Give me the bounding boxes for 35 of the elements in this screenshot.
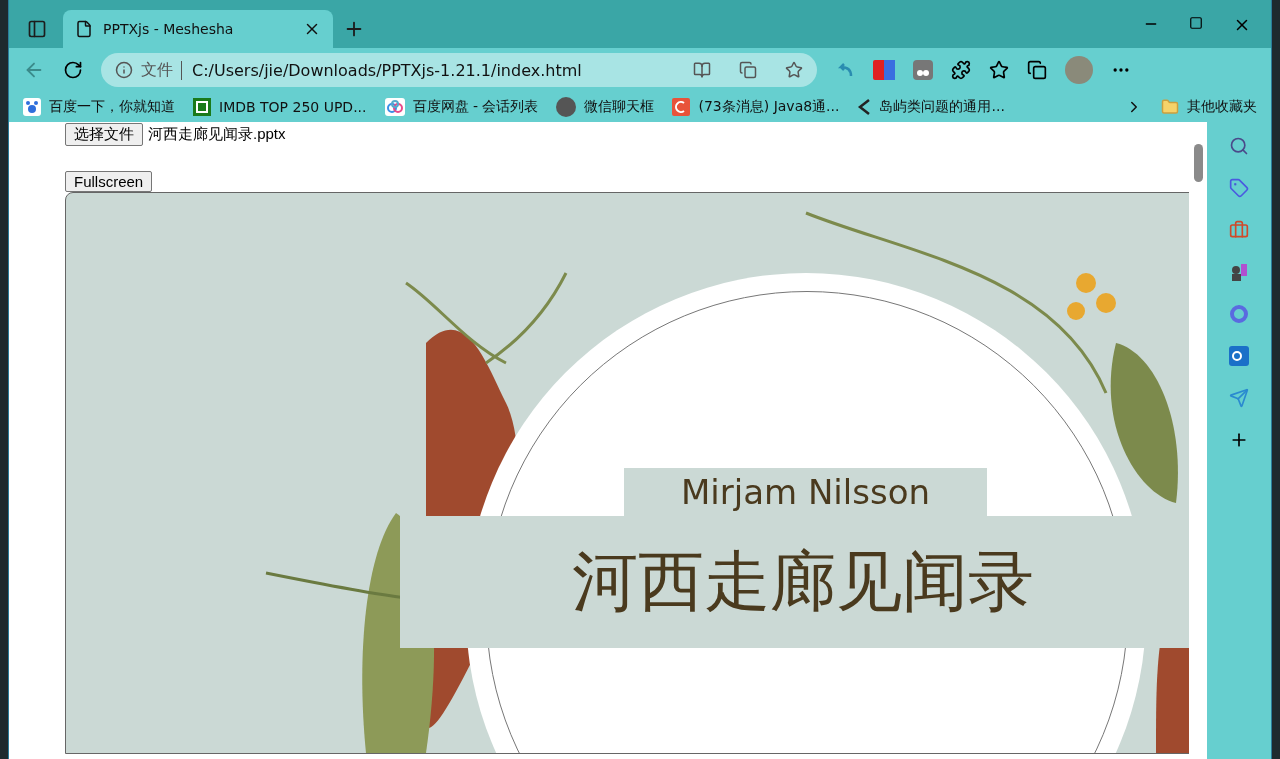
slide-title: 河西走廊见闻录 [572,542,1034,622]
bookmark-link[interactable]: 岛屿类问题的通用... [857,98,1005,116]
extension-icon[interactable] [913,60,933,80]
info-icon [115,61,133,79]
slide-subtitle: Mirjam Nilsson [680,472,931,512]
chevron-icon [857,98,872,116]
maximize-icon[interactable] [1189,16,1203,30]
add-favorite-icon[interactable] [785,61,803,79]
cloud-icon [384,98,405,116]
square-logo-icon [193,98,211,116]
browser-tab[interactable]: PPTXjs - Meshesha [63,10,333,48]
bookmark-link[interactable]: 微信聊天框 [556,97,655,117]
mail-icon[interactable] [1229,346,1249,366]
collections-icon[interactable] [1027,60,1047,80]
favorites-icon[interactable] [989,60,1009,80]
folder-icon [1161,98,1179,116]
file-name: 河西走廊见闻录.pptx [148,125,286,144]
search-icon[interactable] [1229,136,1249,156]
extensions-icon[interactable] [951,60,971,80]
bookmark-folder[interactable]: 其他收藏夹 [1161,98,1257,116]
avatar-icon [556,97,577,117]
scrollbar-thumb[interactable] [1194,144,1203,182]
fullscreen-button[interactable]: Fullscreen [65,171,153,192]
bookmark-link[interactable]: (73条消息) Java8通... [672,98,840,116]
bookmark-link[interactable]: 百度一下，你就知道 [23,98,175,116]
address-bar[interactable]: 文件 C:/Users/jie/Downloads/PPTXjs-1.21.1/index.html [101,53,817,87]
reload-icon[interactable] [63,60,83,80]
chess-pieces-icon[interactable] [1229,262,1249,282]
tile-icon [672,98,691,116]
paw-icon [23,98,41,116]
choose-file-button[interactable]: 选择文件 [65,123,143,146]
bookmark-link[interactable]: 百度网盘 - 会话列表 [384,98,539,116]
tag-icon[interactable] [1229,178,1249,198]
document-icon [75,20,93,38]
bookmark-link[interactable]: IMDB TOP 250 UPD... [193,98,367,116]
